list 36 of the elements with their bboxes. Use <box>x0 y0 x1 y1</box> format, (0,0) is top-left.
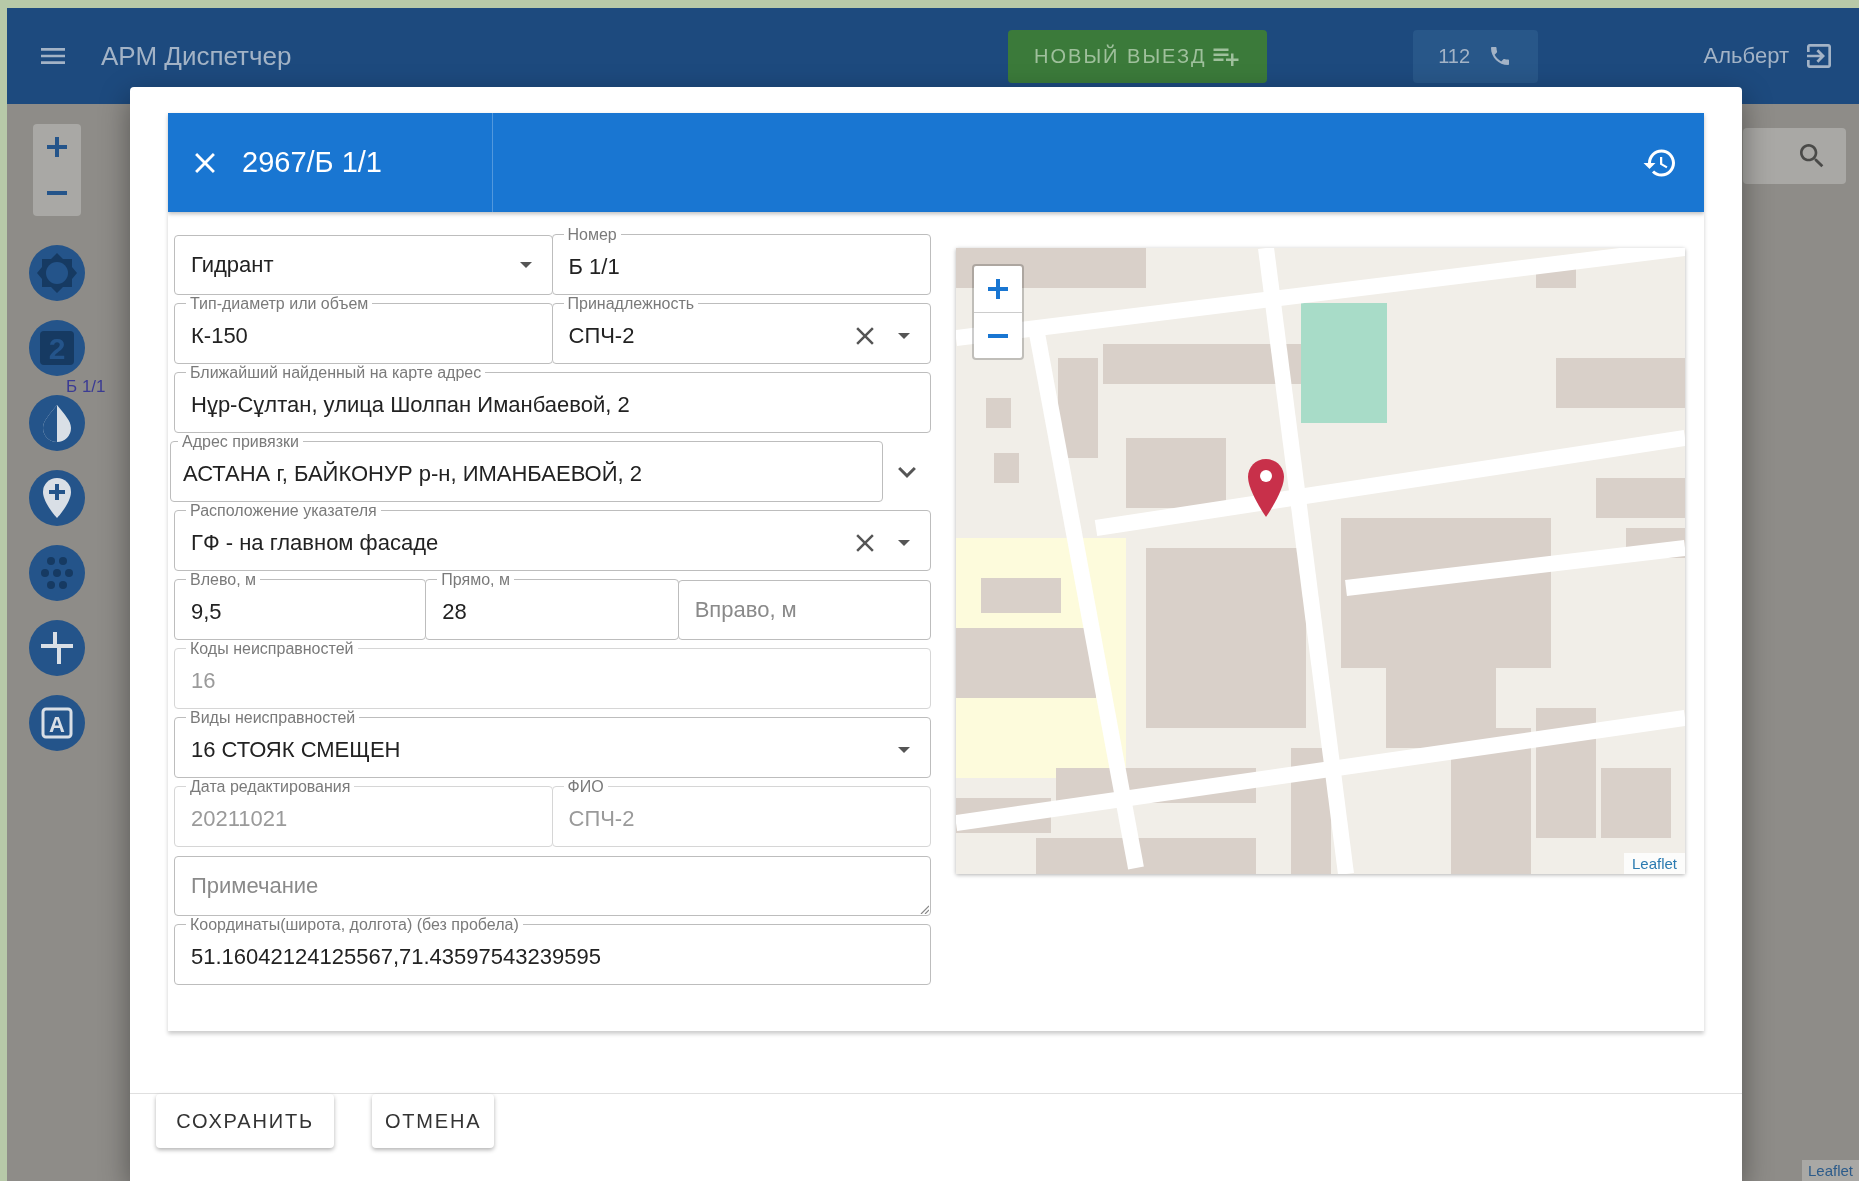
resize-grip-icon[interactable] <box>919 904 929 914</box>
select-field[interactable]: Гидрант <box>174 235 553 295</box>
textarea-field[interactable]: Примечание <box>174 856 931 916</box>
input-field[interactable]: Ближайший найденный на карте адрес Нұр-Сұлтан, улица Шолпан Иманбаевой, 2 <box>174 364 931 433</box>
map-marker-icon[interactable] <box>1246 457 1286 519</box>
input-field[interactable]: Номер Б 1/1 <box>551 226 931 295</box>
select-field[interactable]: Расположение указателя ГФ - на главном фасаде <box>174 502 931 571</box>
cancel-button[interactable]: ОТМЕНА <box>372 1094 495 1148</box>
select-field[interactable]: Виды неисправностей 16 СТОЯК СМЕЩЕН <box>174 709 931 778</box>
letter-badge-icon[interactable]: A <box>29 695 85 751</box>
marker-label: Б 1/1 <box>66 377 106 397</box>
input-field[interactable]: Влево, м 9,5 <box>174 571 427 640</box>
select-field[interactable]: Принадлежность СПЧ-2 <box>551 295 931 364</box>
input-field[interactable]: Тип-диаметр или объем К-150 <box>174 295 553 364</box>
half-drop-icon[interactable] <box>29 395 85 451</box>
dropdown-arrow-icon[interactable] <box>898 333 910 339</box>
map-search-button[interactable] <box>1743 128 1846 184</box>
add-pin-icon[interactable] <box>29 470 85 526</box>
dropdown-arrow-icon[interactable] <box>898 540 910 546</box>
zoom-in-icon[interactable] <box>47 137 67 157</box>
dropdown-arrow-icon[interactable] <box>519 262 532 268</box>
app-title: АРМ Диспетчер <box>101 40 293 72</box>
dots-icon[interactable] <box>29 545 85 601</box>
chevron-down-icon[interactable] <box>898 466 916 478</box>
dialog-title: 2967/Б 1/1 <box>242 146 383 179</box>
zoom-in-icon[interactable] <box>988 279 1008 299</box>
input-field[interactable]: Прямо, м 28 <box>425 571 679 640</box>
autocomplete-field[interactable]: Адрес привязки АСТАНА г, БАЙКОНУР р-н, ИМАНБАЕВОЙ, 2 <box>170 433 883 502</box>
sun-icon[interactable] <box>29 245 85 301</box>
input-field[interactable]: Координаты(широта, долгота) (без пробела) 51.16042124125567,71.43597543239595 <box>174 916 931 985</box>
dropdown-arrow-icon[interactable] <box>898 747 910 753</box>
input-field[interactable]: Вправо, м <box>677 580 931 640</box>
user-name: Альберт <box>1703 43 1789 69</box>
attribution-link[interactable]: Leaflet <box>1623 853 1685 874</box>
zoom-out-icon[interactable] <box>988 333 1008 338</box>
save-button[interactable]: СОХРАНИТЬ <box>156 1094 334 1148</box>
